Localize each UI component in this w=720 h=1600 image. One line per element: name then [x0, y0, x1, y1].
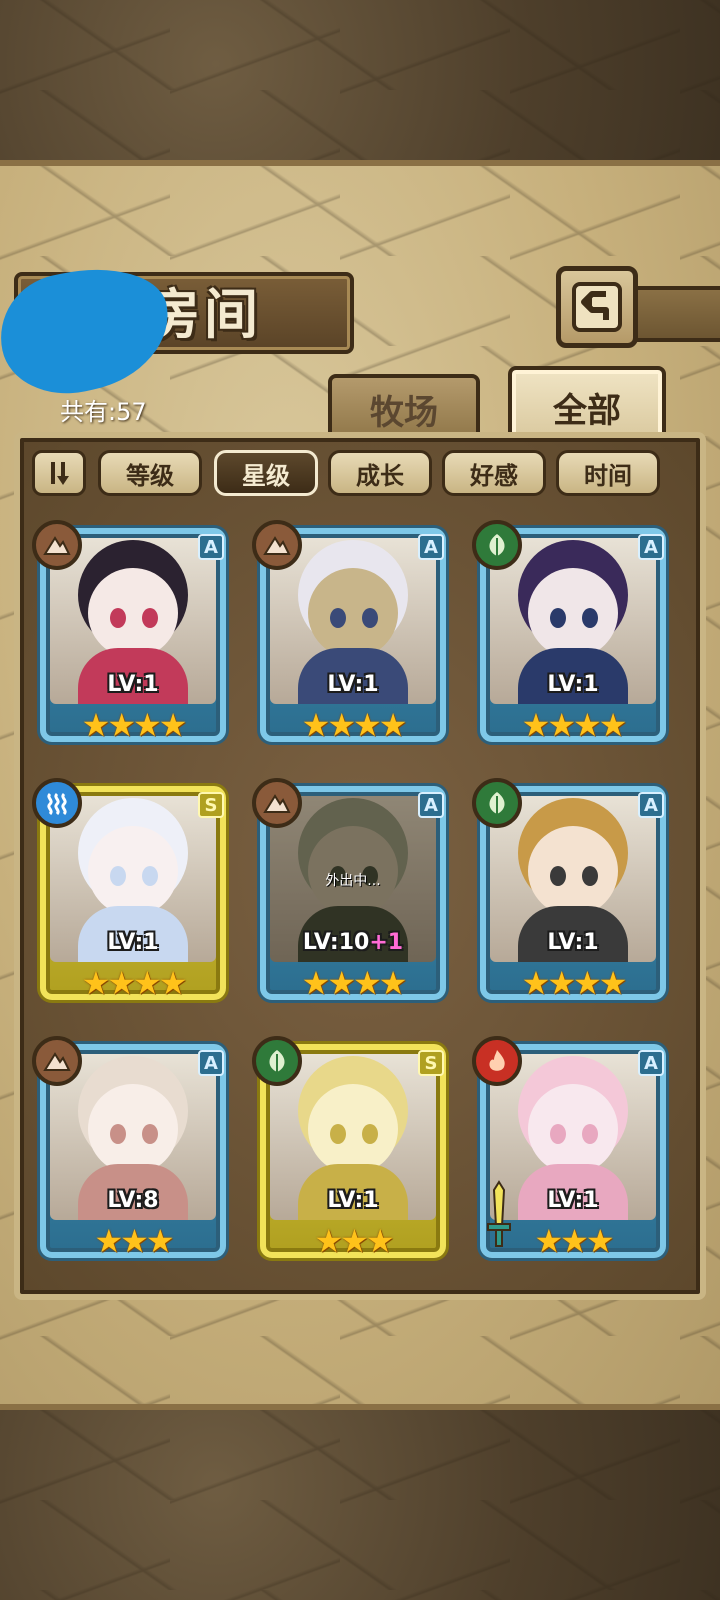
star-rating: ★★★★ — [81, 964, 188, 1002]
sort-star-button[interactable]: 星级 — [214, 450, 318, 496]
level-text: LV:8 — [107, 1188, 159, 1213]
rank-badge: A — [198, 534, 224, 560]
rank-badge: A — [638, 1050, 664, 1076]
star-rating: ★★★★ — [521, 706, 628, 744]
return-arrow-icon — [572, 282, 622, 332]
rank-badge: A — [418, 792, 444, 818]
monster-card[interactable]: A LV:1 ★★★★ — [472, 520, 672, 750]
map-background-bottom — [0, 1410, 720, 1600]
monster-card[interactable]: A LV:8 ★★★ — [32, 1036, 232, 1266]
level-text: LV:1 — [547, 672, 599, 697]
monster-card[interactable]: A LV:1 ★★★★ — [472, 778, 672, 1008]
monster-card[interactable]: S LV:1 ★★★★ — [32, 778, 232, 1008]
level-text: LV:1 — [107, 930, 159, 955]
rank-badge: A — [638, 534, 664, 560]
leaf-icon — [472, 520, 522, 570]
monster-card[interactable]: A 外出中... LV:10+1 ★★★★ — [252, 778, 452, 1008]
sort-time-button[interactable]: 时间 — [556, 450, 660, 496]
sort-growth-button[interactable]: 成长 — [328, 450, 432, 496]
monster-level: LV:10+1 — [252, 930, 454, 955]
rank-badge: A — [198, 1050, 224, 1076]
flame-icon — [472, 1036, 522, 1086]
rank-badge: A — [418, 534, 444, 560]
sort-level-button[interactable]: 等级 — [98, 450, 202, 496]
tab-ranch[interactable]: 牧场 — [328, 374, 480, 440]
rank-badge: S — [198, 792, 224, 818]
monster-level: LV:1 — [472, 930, 674, 955]
star-rating: ★★★ — [314, 1222, 394, 1260]
star-rating: ★★★★ — [301, 706, 408, 744]
back-button-rail — [636, 286, 720, 342]
sort-order-toggle[interactable] — [32, 450, 86, 496]
mountain-icon — [32, 1036, 82, 1086]
leaf-icon — [252, 1036, 302, 1086]
leaf-icon — [472, 778, 522, 828]
star-rating: ★★★★ — [521, 964, 628, 1002]
level-bonus: +1 — [369, 930, 404, 955]
back-button[interactable] — [556, 266, 638, 348]
monster-card[interactable]: S LV:1 ★★★ — [252, 1036, 452, 1266]
sort-order-icon — [51, 462, 69, 485]
rank-badge: S — [418, 1050, 444, 1076]
monster-count: 共有:57 — [60, 398, 147, 426]
sword-icon — [484, 1180, 514, 1250]
monster-level: LV:1 — [32, 930, 234, 955]
star-rating: ★★★★ — [301, 964, 408, 1002]
level-text: LV:10 — [302, 930, 370, 955]
rank-badge: A — [638, 792, 664, 818]
water-icon — [32, 778, 82, 828]
sort-affection-button[interactable]: 好感 — [442, 450, 546, 496]
star-rating: ★★★★ — [81, 706, 188, 744]
monster-card[interactable]: A LV:1 ★★★ — [472, 1036, 672, 1266]
level-text: LV:1 — [107, 672, 159, 697]
away-status: 外出中... — [325, 873, 381, 889]
level-text: LV:1 — [547, 1188, 599, 1213]
map-background-top — [0, 0, 720, 160]
mountain-icon — [32, 520, 82, 570]
monster-level: LV:1 — [252, 672, 454, 697]
star-rating: ★★★ — [94, 1222, 174, 1260]
level-text: LV:1 — [327, 672, 379, 697]
monster-card[interactable]: A LV:1 ★★★★ — [32, 520, 232, 750]
level-text: LV:1 — [547, 930, 599, 955]
monster-level: LV:8 — [32, 1188, 234, 1213]
mountain-icon — [252, 778, 302, 828]
monster-level: LV:1 — [252, 1188, 454, 1213]
monster-level: LV:1 — [32, 672, 234, 697]
monster-card[interactable]: A LV:1 ★★★★ — [252, 520, 452, 750]
monster-level: LV:1 — [472, 672, 674, 697]
level-text: LV:1 — [327, 1188, 379, 1213]
mountain-icon — [252, 520, 302, 570]
